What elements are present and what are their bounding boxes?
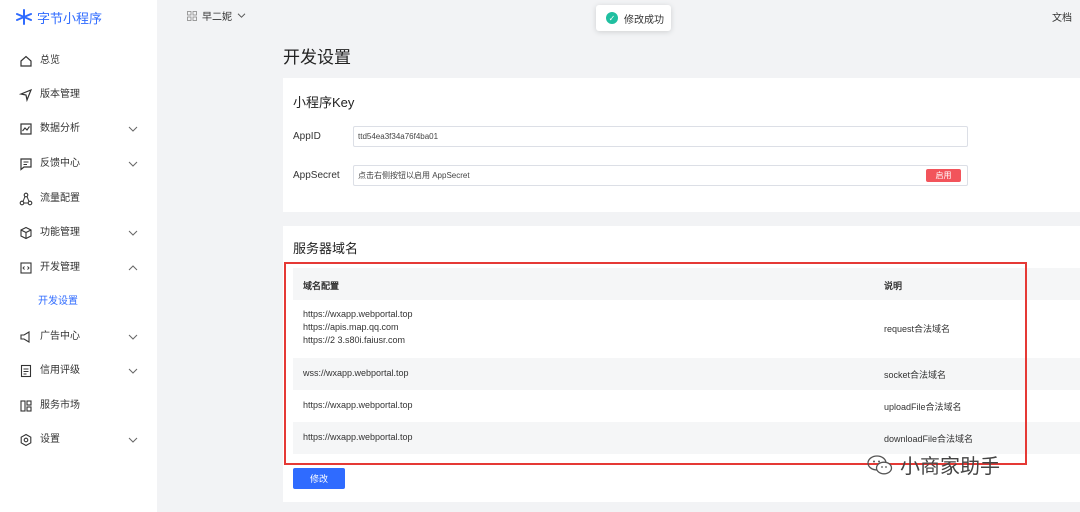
- grid-icon: [187, 10, 197, 21]
- sidebar-item-feedback[interactable]: 反馈中心: [0, 154, 157, 174]
- chevron-down-icon: [128, 437, 138, 443]
- docs-link[interactable]: 文档: [1052, 9, 1072, 24]
- sidebar-item-label: 总览: [40, 55, 60, 66]
- appsecret-field[interactable]: 点击右侧按钮以启用 AppSecret 启用: [353, 165, 968, 186]
- sidebar-item-settings[interactable]: 设置: [0, 430, 157, 450]
- sidebar-item-ads[interactable]: 广告中心: [0, 327, 157, 347]
- appsecret-label: AppSecret: [293, 170, 340, 181]
- document-icon: [20, 364, 32, 378]
- sidebar: 字节小程序 总览 版本管理 数据分析 反馈中心 流量配置 功能管理 开发管理 开…: [0, 0, 157, 512]
- page-title: 开发设置: [283, 48, 351, 67]
- logo[interactable]: 字节小程序: [16, 8, 102, 26]
- chevron-down-icon: [128, 230, 138, 236]
- share-icon: [19, 192, 33, 206]
- sidebar-item-label: 数据分析: [40, 123, 80, 134]
- chevron-down-icon: [128, 334, 138, 340]
- sidebar-item-development[interactable]: 开发管理: [0, 258, 157, 278]
- sidebar-item-credit[interactable]: 信用评级: [0, 361, 157, 381]
- sidebar-item-label: 功能管理: [40, 227, 80, 238]
- code-icon: [20, 262, 32, 274]
- app-key-card: 小程序Key AppID ttd54ea3f34a76f4ba01 AppSec…: [283, 78, 1080, 212]
- sidebar-item-label: 信用评级: [40, 365, 80, 376]
- chevron-down-icon: [128, 368, 138, 374]
- sidebar-item-label: 流量配置: [40, 193, 80, 204]
- app-switcher[interactable]: 早二妮: [187, 8, 246, 23]
- chevron-down-icon: [237, 13, 246, 18]
- appid-label: AppID: [293, 131, 321, 142]
- sidebar-subitem-dev-settings[interactable]: 开发设置: [38, 292, 78, 312]
- enable-secret-button[interactable]: 启用: [926, 169, 961, 182]
- logo-icon: [16, 9, 32, 25]
- sidebar-item-label: 服务市场: [40, 400, 80, 411]
- sidebar-item-market[interactable]: 服务市场: [0, 396, 157, 416]
- sidebar-item-label: 开发管理: [40, 262, 80, 273]
- modify-button[interactable]: 修改: [293, 468, 345, 489]
- check-circle-icon: ✓: [606, 12, 618, 24]
- gear-icon: [20, 433, 32, 447]
- sidebar-item-label: 设置: [40, 434, 60, 445]
- chart-icon: [20, 123, 32, 135]
- appsecret-placeholder: 点击右侧按钮以启用 AppSecret: [358, 171, 470, 180]
- sidebar-item-overview[interactable]: 总览: [0, 51, 157, 71]
- home-icon: [20, 55, 32, 67]
- sidebar-item-label: 广告中心: [40, 331, 80, 342]
- card-title: 小程序Key: [293, 95, 355, 110]
- success-toast: ✓ 修改成功: [596, 5, 671, 31]
- watermark-text: 小商家助手: [900, 456, 1000, 478]
- chevron-down-icon: [128, 126, 138, 132]
- chevron-down-icon: [128, 161, 138, 167]
- watermark: 小商家助手: [866, 450, 1000, 479]
- app-name: 早二妮: [202, 12, 232, 23]
- logo-text: 字节小程序: [37, 10, 103, 26]
- store-icon: [20, 400, 32, 412]
- highlight-annotation: [284, 262, 1027, 465]
- megaphone-icon: [20, 331, 30, 343]
- sidebar-item-label: 反馈中心: [40, 158, 80, 169]
- sidebar-item-versions[interactable]: 版本管理: [0, 85, 157, 105]
- sidebar-item-traffic[interactable]: 流量配置: [0, 189, 157, 209]
- sidebar-item-analytics[interactable]: 数据分析: [0, 119, 157, 139]
- cube-icon: [20, 226, 32, 240]
- message-icon: [20, 158, 32, 171]
- appid-field[interactable]: ttd54ea3f34a76f4ba01: [353, 126, 968, 147]
- send-icon: [19, 88, 33, 102]
- chevron-up-icon: [128, 265, 138, 271]
- sidebar-item-features[interactable]: 功能管理: [0, 223, 157, 243]
- card-title: 服务器域名: [293, 241, 359, 256]
- sidebar-item-label: 版本管理: [40, 89, 80, 100]
- toast-message: 修改成功: [624, 14, 664, 26]
- wechat-icon: [867, 454, 893, 474]
